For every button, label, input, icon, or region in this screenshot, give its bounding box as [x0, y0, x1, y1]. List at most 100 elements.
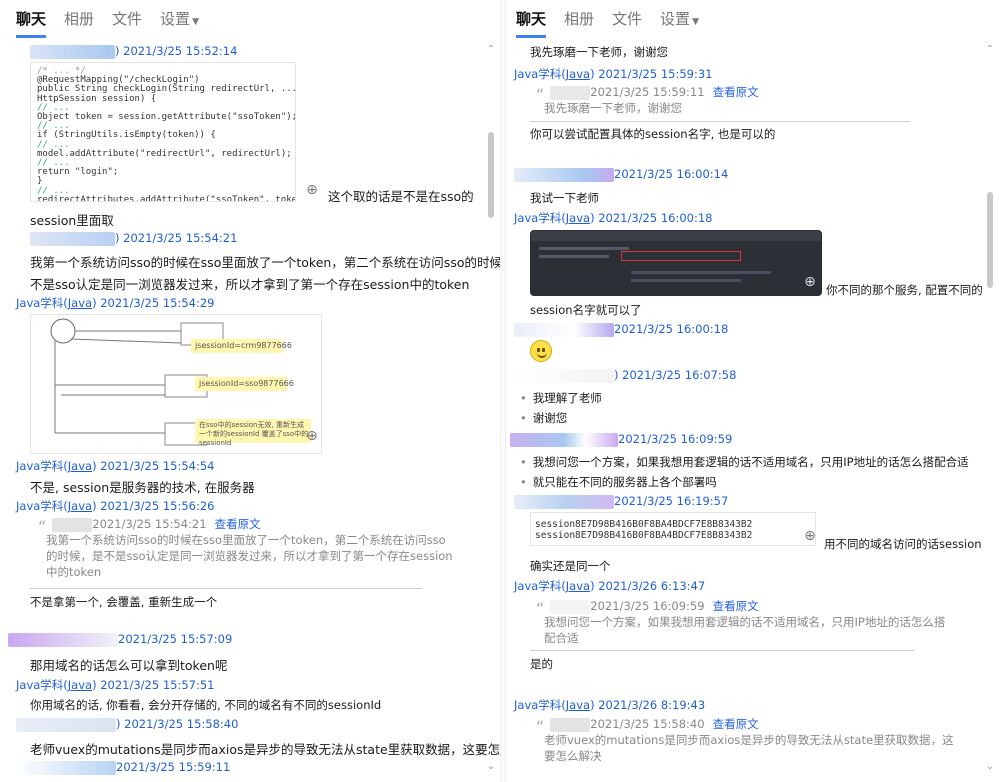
message-text: session名字就可以了 [530, 303, 642, 317]
message-header: ) 2021/3/25 16:07:58 [514, 368, 736, 383]
chevron-down-icon[interactable]: ⌄ [486, 761, 496, 772]
bullet-icon: • [520, 391, 527, 405]
message-time: ) 2021/3/25 15:54:54 [92, 459, 215, 473]
diagram-note-text: jsessionId=crm9877666 [195, 341, 292, 350]
scrollbar-thumb[interactable] [488, 132, 494, 218]
chevron-up-icon[interactable]: ⌃ [985, 44, 995, 55]
message-text: 不是拿第一个, 会覆盖, 重新生成一个 [30, 595, 218, 609]
bullet-icon: • [520, 455, 527, 469]
message-header: Java学科(Java) 2021/3/25 16:00:18 [514, 210, 713, 226]
scrollbar[interactable]: ⌃ ⌄ [985, 44, 995, 772]
message-header: Java学科(Java) 2021/3/25 15:59:31 [514, 66, 713, 82]
tab-settings[interactable]: 设置 ▼ [160, 8, 199, 38]
code-line: model.addAttribute("redirectUrl", redire… [37, 148, 292, 159]
message-time: 2021/3/25 15:57:09 [118, 632, 233, 646]
scrollbar[interactable]: ⌃ ⌄ [486, 44, 496, 772]
ide-line [631, 271, 771, 274]
zoom-in-icon[interactable]: ⊕ [802, 274, 818, 290]
message-list[interactable]: ) 2021/3/25 15:52:14 /* ... */ @RequestM… [0, 42, 500, 782]
sender-name-redacted [514, 167, 614, 182]
message-header: 2021/3/25 16:00:14 [514, 167, 728, 182]
sender-link[interactable]: Java [68, 678, 92, 692]
sender-link[interactable]: Java [68, 499, 92, 513]
message-header: Java学科(Java) 2021/3/25 15:54:29 [16, 295, 215, 311]
zoom-in-icon[interactable]: ⊕ [304, 182, 320, 198]
tab-chat[interactable]: 聊天 [16, 8, 47, 38]
zoom-in-icon[interactable]: ⊕ [802, 528, 818, 544]
ide-highlight-box [621, 251, 741, 261]
zoom-in-icon[interactable]: ⊕ [304, 428, 320, 444]
quote-text: 我第一个系统访问sso的时候在sso里面放了一个token，第二个系统在访问ss… [46, 533, 446, 547]
message-header: ) 2021/3/25 15:54:21 [30, 231, 237, 246]
sender-link[interactable]: Java [68, 296, 92, 310]
view-original-link[interactable]: 查看原文 [713, 717, 759, 731]
message-text-line: 我理解了老师 [532, 391, 602, 405]
tab-files[interactable]: 文件 [612, 8, 642, 38]
flow-diagram-image[interactable]: jsessionId=crm9877666 jsessionId=sso9877… [30, 314, 322, 454]
tab-files[interactable]: 文件 [112, 8, 142, 38]
quote-time: 2021/3/25 16:09:59 [590, 599, 705, 613]
message-text: 老师vuex的mutations是同步而axios是异步的导致无法从state里… [30, 742, 500, 757]
console-screenshot-image[interactable]: session8E7D98B416B0F8BA4BDCF7E8B8343B2 s… [530, 512, 816, 546]
message-header: 2021/3/25 15:57:09 [8, 632, 232, 647]
chevron-up-icon[interactable]: ⌃ [486, 44, 496, 55]
quoted-message: “2021/3/25 15:59:11 查看原文 我先琢磨一下老师，谢谢您 [536, 84, 896, 118]
quote-text: 中的token [46, 565, 102, 579]
view-original-link[interactable]: 查看原文 [713, 85, 759, 99]
sender-name-redacted [514, 494, 614, 509]
sender-link[interactable]: Java [566, 67, 590, 81]
message-header: 2021/3/25 16:09:59 [510, 432, 732, 447]
quoted-message: “2021/3/25 16:09:59 查看原文 我想问您一个方案，如果我想用套逻… [536, 598, 945, 646]
sender-link[interactable]: Java [566, 211, 590, 225]
message-text: 那用域名的话怎么可以拿到token呢 [30, 658, 228, 673]
sender-link[interactable]: Java [68, 459, 92, 473]
quote-time: 2021/3/25 15:59:11 [590, 85, 705, 99]
message-time: 2021/3/25 16:00:18 [614, 322, 729, 336]
code-screenshot-image[interactable]: /* ... */ @RequestMapping("/checkLogin")… [30, 62, 296, 202]
code-line: redirectAttributes.addAttribute("ssoToke… [37, 194, 296, 202]
view-original-link[interactable]: 查看原文 [713, 599, 759, 613]
bullet-icon: • [520, 475, 527, 489]
bullet-icon: • [520, 411, 527, 425]
code-line: if (StringUtils.isEmpty(token)) { [37, 130, 216, 141]
sender-link[interactable]: Java [566, 698, 590, 712]
tab-chat[interactable]: 聊天 [516, 8, 547, 38]
message-time: ) 2021/3/25 15:54:21 [115, 231, 238, 245]
tab-settings[interactable]: 设置 ▼ [660, 8, 699, 38]
message-header: Java学科(Java) 2021/3/26 6:13:47 [514, 578, 705, 594]
tab-settings-label: 设置 [660, 10, 691, 28]
sender-name-redacted [514, 368, 614, 383]
scrollbar-thumb[interactable] [987, 192, 993, 288]
sender-name-redacted [550, 85, 591, 100]
message-text: 我第一个系统访问sso的时候在sso里面放了一个token，第二个系统在访问ss… [30, 255, 500, 270]
message-time: ) 2021/3/25 15:52:14 [115, 44, 238, 58]
quote-divider [530, 121, 910, 122]
message-text: 确实还是同一个 [530, 559, 611, 573]
quote-text: 配合适 [544, 631, 579, 645]
chat-pane-right: 聊天 相册 文件 设置 ▼ 我先琢磨一下老师，谢谢您 Java学科(Java) 2… [506, 0, 999, 782]
sender-name-redacted [510, 432, 618, 447]
message-text: 你不同的那个服务, 配置不同的 [826, 283, 983, 297]
sender-name: Java学科( [16, 499, 68, 513]
quote-text: 我先琢磨一下老师，谢谢您 [544, 101, 682, 115]
sender-link[interactable]: Java [566, 579, 590, 593]
message-time: ) 2021/3/25 15:58:40 [116, 717, 239, 731]
caret-down-icon: ▼ [192, 17, 199, 27]
message-header: Java学科(Java) 2021/3/25 15:56:26 [16, 498, 215, 514]
diagram-edge [70, 338, 182, 344]
chevron-down-icon[interactable]: ⌄ [985, 761, 995, 772]
tab-album[interactable]: 相册 [564, 8, 594, 38]
quote-divider [30, 588, 422, 589]
view-original-link[interactable]: 查看原文 [215, 517, 261, 531]
code-line: HttpSession session) { [37, 93, 157, 104]
message-list[interactable]: 我先琢磨一下老师，谢谢您 Java学科(Java) 2021/3/25 15:5… [506, 42, 983, 782]
sender-name-redacted [16, 760, 116, 775]
message-header: 2021/3/25 16:19:57 [514, 494, 728, 509]
message-time: ) 2021/3/25 15:59:31 [590, 67, 713, 81]
tab-album[interactable]: 相册 [64, 8, 94, 38]
tab-bar: 聊天 相册 文件 设置 ▼ [516, 8, 717, 38]
quoted-message: “2021/3/25 15:58:40 查看原文 老师vuex的mutations… [536, 716, 954, 764]
quoted-message: “2021/3/25 15:54:21 查看原文 我第一个系统访问sso的时候在s… [38, 516, 453, 580]
sender-name-redacted [52, 517, 93, 532]
ide-screenshot-image[interactable] [530, 230, 822, 296]
